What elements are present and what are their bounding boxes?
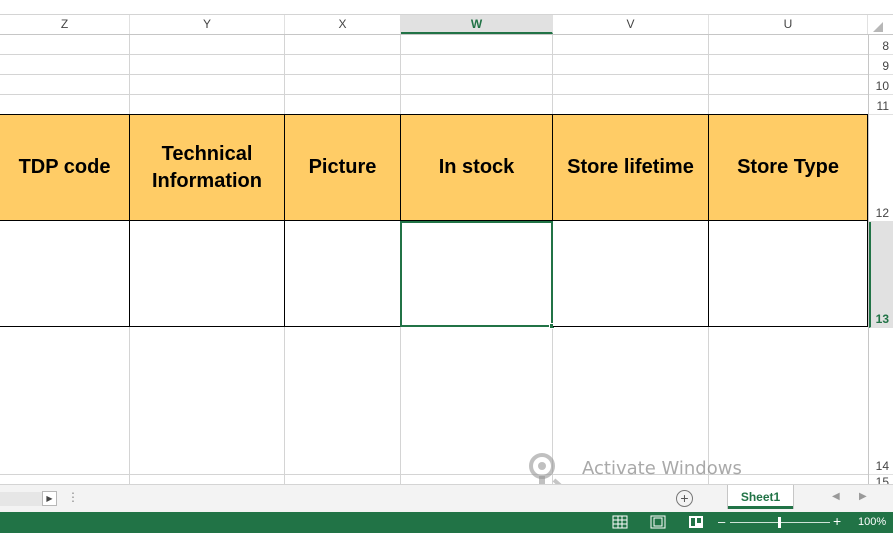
sheet-tab-bar: ▶ ⋮ + Sheet1 ◀ ▶ bbox=[0, 484, 893, 512]
header-cell-in-stock[interactable]: In stock bbox=[401, 115, 553, 220]
column-header-z[interactable]: Z bbox=[0, 15, 130, 34]
column-headers: Z Y X W V U bbox=[0, 15, 893, 35]
page-layout-view-icon[interactable] bbox=[650, 515, 666, 529]
column-header-u[interactable]: U bbox=[709, 15, 868, 34]
tab-scroll-right-icon[interactable]: ▶ bbox=[859, 491, 867, 502]
zoom-in-button[interactable]: + bbox=[833, 513, 841, 529]
normal-view-icon[interactable] bbox=[612, 515, 628, 529]
gridline bbox=[0, 474, 868, 475]
tab-scroll-left-icon[interactable]: ◀ bbox=[832, 491, 840, 502]
row-header-12[interactable]: 12 bbox=[869, 115, 893, 222]
status-bar: – + 100% bbox=[0, 512, 893, 533]
cell-u13[interactable] bbox=[709, 221, 868, 327]
formula-bar-edge bbox=[0, 0, 893, 15]
cell-x13[interactable] bbox=[285, 221, 401, 327]
page-break-view-icon[interactable] bbox=[688, 515, 704, 529]
row-headers: 8 9 10 11 12 13 14 15 bbox=[868, 35, 893, 484]
column-header-w[interactable]: W bbox=[401, 15, 553, 34]
tab-split-handle-icon[interactable]: ⋮ bbox=[67, 490, 79, 504]
table-row bbox=[0, 221, 868, 329]
row-header-11[interactable]: 11 bbox=[869, 95, 893, 115]
row-header-8[interactable]: 8 bbox=[869, 35, 893, 55]
column-header-v[interactable]: V bbox=[553, 15, 709, 34]
scroll-right-arrow-icon[interactable]: ▶ bbox=[42, 491, 57, 506]
header-cell-picture[interactable]: Picture bbox=[285, 115, 401, 220]
cell-z13[interactable] bbox=[0, 221, 130, 327]
select-all-triangle-icon bbox=[873, 22, 883, 32]
cell-grid[interactable]: TDP code Technical Information Picture I… bbox=[0, 35, 868, 484]
zoom-level[interactable]: 100% bbox=[858, 516, 886, 528]
row-header-15[interactable]: 15 bbox=[869, 475, 893, 484]
active-cell-w13[interactable] bbox=[400, 221, 555, 329]
row-header-13[interactable]: 13 bbox=[869, 222, 893, 328]
row-header-14[interactable]: 14 bbox=[869, 328, 893, 475]
cell-v13[interactable] bbox=[553, 221, 709, 327]
sheet-tab-sheet1[interactable]: Sheet1 bbox=[728, 485, 793, 509]
row-header-10[interactable]: 10 bbox=[869, 75, 893, 95]
gridline bbox=[0, 54, 868, 55]
header-cell-tdp-code[interactable]: TDP code bbox=[0, 115, 130, 220]
column-header-y[interactable]: Y bbox=[130, 15, 285, 34]
gridline bbox=[0, 74, 868, 75]
table-header-row: TDP code Technical Information Picture I… bbox=[0, 114, 868, 221]
zoom-slider-thumb[interactable] bbox=[778, 517, 781, 528]
zoom-out-button[interactable]: – bbox=[718, 514, 725, 529]
header-cell-store-type[interactable]: Store Type bbox=[709, 115, 868, 220]
cell-y13[interactable] bbox=[130, 221, 285, 327]
row-header-9[interactable]: 9 bbox=[869, 55, 893, 75]
gridline bbox=[0, 94, 868, 95]
header-cell-store-lifetime[interactable]: Store lifetime bbox=[553, 115, 709, 220]
header-cell-technical-information[interactable]: Technical Information bbox=[130, 115, 285, 220]
select-all-corner[interactable] bbox=[868, 15, 893, 34]
new-sheet-button[interactable]: + bbox=[676, 490, 693, 507]
column-header-x[interactable]: X bbox=[285, 15, 401, 34]
